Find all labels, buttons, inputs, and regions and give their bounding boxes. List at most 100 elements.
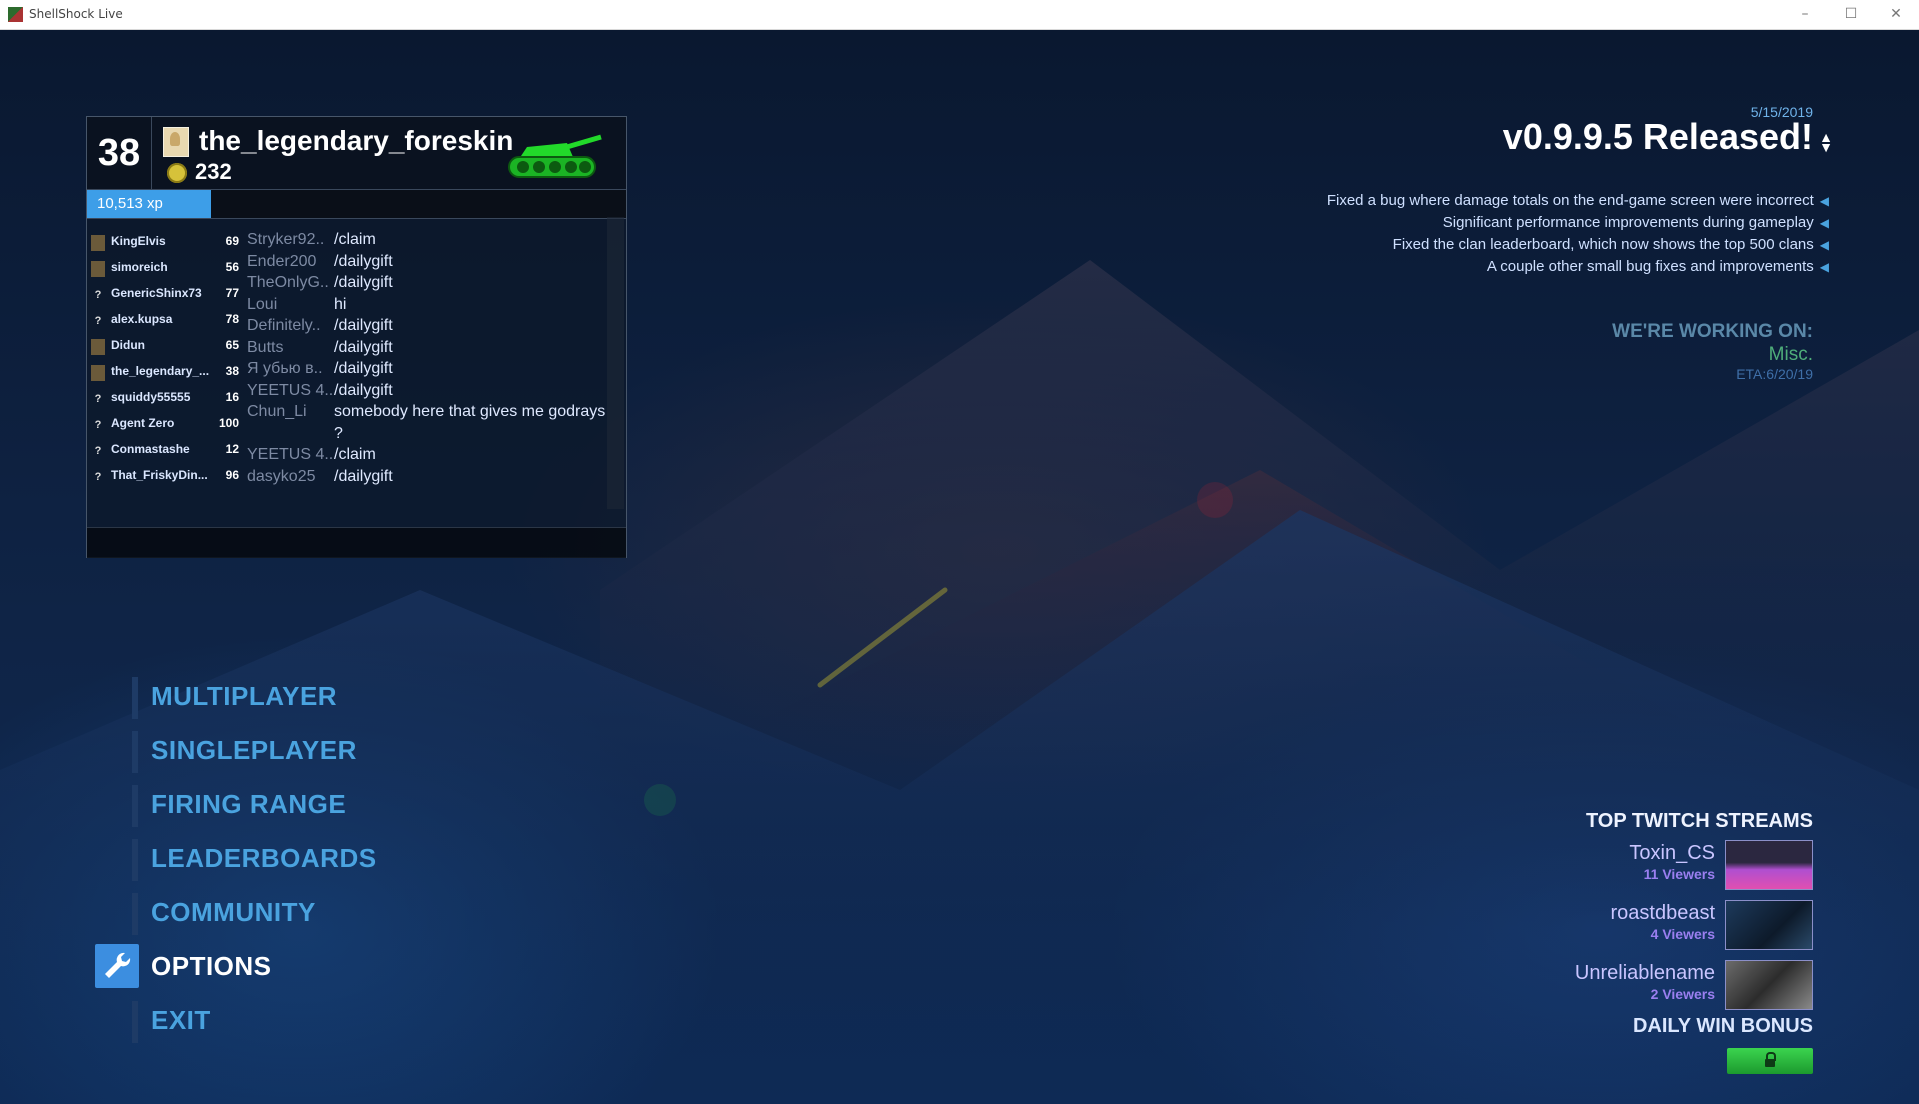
online-player-level: 77 — [225, 286, 239, 300]
chat-message: dasyko25/dailygift — [247, 466, 613, 488]
online-player-row[interactable]: ? Conmastashe 12 — [87, 437, 239, 463]
online-player-level: 69 — [225, 234, 239, 248]
chat-message: Stryker92../claim — [247, 229, 613, 251]
chat-sender[interactable]: Definitely.. — [247, 315, 333, 337]
daily-win-bonus-label: DAILY WIN BONUS — [1632, 1015, 1813, 1037]
online-player-level: 96 — [225, 468, 239, 482]
online-player-row[interactable]: KingElvis 69 — [87, 229, 239, 255]
news-line: Fixed the clan leaderboard, which now sh… — [1393, 236, 1829, 253]
news-line: Significant performance improvements dur… — [1443, 214, 1829, 231]
chat-text: somebody here that gives me godrays ? — [334, 403, 606, 442]
chat-input[interactable] — [87, 527, 626, 558]
online-player-row[interactable]: ? squiddy55555 16 — [87, 385, 239, 411]
online-player-level: 78 — [225, 312, 239, 326]
menu-item-label: MULTIPLAYER — [151, 681, 338, 711]
news-line: Fixed a bug where damage totals on the e… — [1327, 192, 1829, 209]
stream-thumbnail[interactable] — [1725, 900, 1813, 950]
online-player-name: the_legendary_... — [111, 364, 210, 378]
stream-thumbnail[interactable] — [1725, 840, 1813, 890]
online-player-row[interactable]: Didun 65 — [87, 333, 239, 359]
unknown-avatar-icon: ? — [94, 445, 102, 457]
news-line-text: Fixed the clan leaderboard, which now sh… — [1392, 236, 1814, 253]
wrench-icon — [95, 944, 139, 988]
menu-item-marker — [132, 1001, 138, 1043]
coin-icon — [167, 163, 187, 183]
chat-sender[interactable]: dasyko25 — [247, 466, 333, 488]
twitch-stream[interactable]: Unreliablename 2 Viewers — [1513, 960, 1813, 1012]
twitch-stream[interactable]: roastdbeast 4 Viewers — [1513, 900, 1813, 952]
menu-item-marker — [132, 839, 138, 881]
online-player-row[interactable]: ? alex.kupsa 78 — [87, 307, 239, 333]
stream-thumbnail[interactable] — [1725, 960, 1813, 1010]
chat-message: Я убью в../dailygift — [247, 358, 613, 380]
chat-message: Definitely../dailygift — [247, 315, 613, 337]
online-player-row[interactable]: simoreich 56 — [87, 255, 239, 281]
chat-text: /claim — [334, 446, 376, 463]
chat-text: /dailygift — [334, 467, 393, 485]
online-player-row[interactable]: ? That_FriskyDin... 96 — [87, 463, 239, 489]
online-player-row[interactable]: ? GenericShinx73 77 — [87, 281, 239, 307]
bullet-arrow-icon: ◀ — [1819, 260, 1829, 274]
chat-text: /dailygift — [334, 381, 393, 399]
unknown-avatar-icon: ? — [94, 419, 102, 431]
unknown-avatar-icon: ? — [94, 315, 102, 327]
chat-sender[interactable]: Я убью в.. — [247, 358, 333, 380]
chat-text: hi — [334, 295, 347, 313]
chat-text: /dailygift — [334, 252, 393, 270]
stream-name: Unreliablename — [1574, 962, 1715, 984]
chat-sender[interactable]: YEETUS 4.. — [247, 444, 333, 466]
player-avatar-icon — [91, 235, 105, 251]
player-avatar[interactable] — [163, 127, 189, 157]
maximize-button[interactable]: ☐ — [1828, 0, 1874, 29]
xp-text: 10,513 xp — [97, 195, 163, 212]
menu-item-marker — [132, 677, 138, 719]
tank-icon[interactable] — [505, 129, 605, 181]
working-on-item: Misc. — [1768, 344, 1813, 365]
player-header: 38 the_legendary_foreskin 232 — [87, 117, 626, 190]
chat-sender[interactable]: Loui — [247, 294, 333, 316]
chat-message: Chun_Li somebody here that gives me godra… — [247, 401, 613, 444]
close-button[interactable]: ✕ — [1873, 0, 1919, 29]
menu-item-label: COMMUNITY — [151, 897, 316, 927]
chat-sender[interactable]: Chun_Li — [247, 401, 333, 423]
chat-sender[interactable]: TheOnlyG.. — [247, 272, 333, 294]
news-line-text: Significant performance improvements dur… — [1442, 214, 1814, 231]
minimize-button[interactable]: – — [1782, 0, 1828, 29]
player-card: 38 the_legendary_foreskin 232 10,513 xp … — [86, 116, 627, 558]
online-player-level: 16 — [225, 390, 239, 404]
online-player-name: alex.kupsa — [111, 312, 173, 326]
bullet-arrow-icon: ◀ — [1819, 238, 1829, 252]
chat-sender[interactable]: Ender200 — [247, 251, 333, 273]
chat-sender[interactable]: YEETUS 4.. — [247, 380, 333, 402]
menu-item-label: EXIT — [151, 1005, 211, 1035]
news-scroll-arrows-icon[interactable]: ▲ ▼ — [1819, 130, 1833, 154]
chat-sender[interactable]: Stryker92.. — [247, 229, 333, 251]
online-player-row[interactable]: ? Agent Zero 100 — [87, 411, 239, 437]
player-coins: 232 — [195, 159, 232, 184]
chat-text: /claim — [334, 231, 376, 248]
game-scene: 38 the_legendary_foreskin 232 10,513 xp … — [0, 30, 1919, 1104]
chat-message: TheOnlyG../dailygift — [247, 272, 613, 294]
player-name: the_legendary_foreskin — [199, 125, 514, 156]
working-on-label: WE'RE WORKING ON: — [1612, 321, 1813, 342]
bullet-arrow-icon: ◀ — [1819, 216, 1829, 230]
app-icon — [8, 7, 23, 22]
player-avatar-icon — [91, 261, 105, 277]
stream-viewers: 11 Viewers — [1643, 866, 1715, 882]
chat-text: /dailygift — [334, 317, 393, 334]
chat-text: /dailygift — [334, 274, 393, 291]
twitch-stream[interactable]: Toxin_CS 11 Viewers — [1513, 840, 1813, 892]
chat-message: Butts/dailygift — [247, 337, 613, 359]
online-player-row[interactable]: the_legendary_... 38 — [87, 359, 239, 385]
player-avatar-icon — [91, 365, 105, 381]
online-player-level: 38 — [225, 364, 239, 378]
stream-viewers: 2 Viewers — [1650, 986, 1715, 1002]
chat-sender[interactable]: Butts — [247, 337, 333, 359]
online-player-name: squiddy55555 — [111, 390, 191, 404]
menu-item-marker — [132, 893, 138, 935]
online-player-name: KingElvis — [111, 234, 166, 248]
online-player-list: KingElvis 69 simoreich 56? GenericShinx73 77?… — [87, 229, 239, 489]
daily-win-bonus-button[interactable] — [1727, 1048, 1813, 1074]
news-line-text: Fixed a bug where damage totals on the e… — [1326, 192, 1814, 209]
chat-scrollbar[interactable] — [607, 217, 624, 509]
